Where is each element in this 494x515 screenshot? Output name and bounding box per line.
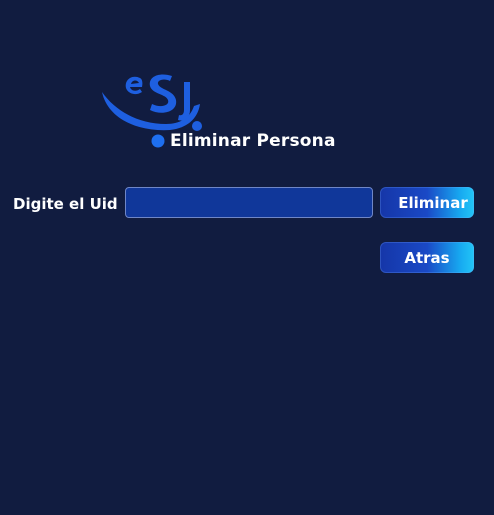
delete-button[interactable]: Eliminar xyxy=(380,187,474,218)
uid-label: Digite el Uid xyxy=(13,195,118,213)
page-title: Eliminar Persona xyxy=(170,131,336,151)
back-button[interactable]: Atras xyxy=(380,242,474,273)
uid-input[interactable] xyxy=(125,187,373,218)
app-window: Eliminar Persona Digite el Uid Eliminar … xyxy=(0,0,494,515)
